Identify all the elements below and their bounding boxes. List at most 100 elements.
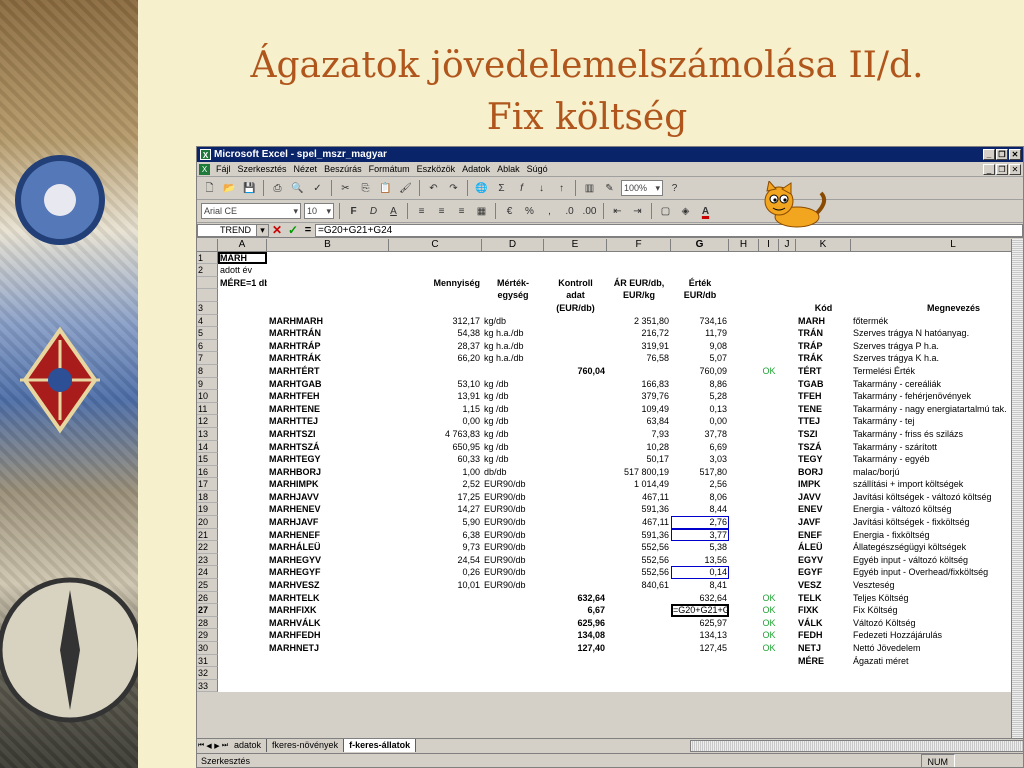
cell-c[interactable] [389,364,482,378]
cell-a[interactable] [218,591,267,605]
cell-a[interactable]: MÉRE=1 db [218,276,270,290]
cell-d[interactable]: kg /db [482,390,544,403]
cell-b[interactable]: MARHVÁLK [267,616,389,630]
cell-a[interactable] [218,377,267,391]
font-color-icon[interactable]: A [697,203,714,220]
column-header[interactable]: H [729,239,759,252]
font-select[interactable]: Arial CE ▾ [201,203,301,219]
cell-c[interactable]: 24,54 [389,553,482,567]
cell-a[interactable] [218,301,267,315]
row-header[interactable]: 1 [197,251,218,265]
cell-b[interactable]: MARHMARH [267,314,389,328]
cell-e[interactable] [544,390,607,403]
cell-j[interactable] [779,377,796,391]
cell-k[interactable]: TSZÁ [796,440,851,454]
cell-h[interactable] [729,327,759,340]
cell-d[interactable]: EUR90/db [482,541,544,554]
row-header[interactable]: 24 [197,566,218,580]
cell-k[interactable]: TFEH [796,390,851,403]
cell-h[interactable] [729,453,759,466]
cell-b[interactable]: MARHNETJ [267,642,389,655]
cell-h[interactable] [729,251,759,265]
cell-l[interactable]: Takarmány - fehérjenövények [851,390,1023,403]
cell-e[interactable] [544,415,607,428]
cell-j[interactable] [779,276,796,290]
cell-b[interactable] [267,289,389,302]
row-header[interactable]: 30 [197,642,218,655]
cell-c[interactable]: 60,33 [389,453,482,466]
row-header[interactable]: 4 [197,314,218,328]
cell-d[interactable] [482,616,544,630]
row-header[interactable]: 3 [197,301,218,315]
row-header[interactable]: 9 [197,377,218,391]
cell-l[interactable]: Termelési Érték [851,364,1023,378]
cell-k[interactable] [796,667,851,680]
cell-f[interactable]: 50,17 [607,453,671,466]
increase-decimal-icon[interactable]: .0 [561,203,578,220]
cell-h[interactable] [729,679,759,693]
borders-icon[interactable]: ▢ [657,203,674,220]
prev-sheet-icon[interactable]: ◀ [205,742,213,750]
save-icon[interactable]: 💾 [241,180,258,197]
cell-f[interactable]: 467,11 [607,490,671,504]
cell-f[interactable]: 840,61 [607,579,671,592]
cell-i[interactable]: OK [759,591,779,605]
cell-i[interactable] [759,541,779,554]
cell-a[interactable] [218,553,267,567]
cell-k[interactable]: BORJ [796,465,851,479]
cell-l[interactable] [851,264,1023,277]
cell-a[interactable] [218,616,267,630]
cell-i[interactable] [759,427,779,441]
cell-b[interactable]: MARHTRÁK [267,352,389,365]
last-sheet-icon[interactable]: ⏭ [221,742,229,750]
cell-i[interactable] [759,667,779,680]
cell-e[interactable] [544,679,607,693]
cell-h[interactable] [729,541,759,554]
cell-k[interactable]: ÁLEÜ [796,541,851,554]
cell-d[interactable]: db/db [482,465,544,479]
cell-d[interactable]: kg/db [482,314,544,328]
cell-h[interactable] [729,276,759,290]
cell-c[interactable]: 17,25 [389,490,482,504]
menu-help[interactable]: Súgó [527,164,548,174]
cell-l[interactable]: Javítási költségek - fixköltség [851,516,1023,529]
cell-h[interactable] [729,553,759,567]
column-header[interactable]: B [267,239,389,252]
cell-k[interactable]: MARH [796,314,851,328]
cell-d[interactable]: kg h.a./db [482,327,544,340]
cell-h[interactable] [729,289,759,302]
cell-e[interactable]: 127,40 [544,642,607,655]
cell-l[interactable]: szállítási + import költségek [851,478,1023,491]
menu-insert[interactable]: Beszúrás [324,164,362,174]
cell-g[interactable]: 134,13 [671,629,729,642]
cell-b[interactable]: MARHEGYF [267,566,389,580]
cell-h[interactable] [729,339,759,353]
cell-d[interactable] [482,654,544,668]
column-header[interactable]: F [607,239,671,252]
cell-g[interactable]: 760,09 [671,364,729,378]
cell-b[interactable] [267,679,389,693]
cell-g[interactable]: 0,14 [671,566,729,580]
cell-b[interactable]: MARHVESZ [267,579,389,592]
cell-c[interactable] [389,629,482,642]
cell-h[interactable] [729,579,759,592]
cell-k[interactable] [796,251,851,265]
cell-d[interactable]: kg /db [482,377,544,391]
cell-k[interactable]: ENEF [796,528,851,542]
vertical-scrollbar[interactable] [1011,239,1023,738]
cell-g[interactable]: 8,86 [671,377,729,391]
cell-i[interactable] [759,478,779,491]
formula-input[interactable]: =G20+G21+G24 [315,223,1023,237]
cell-a[interactable] [218,390,267,403]
row-header[interactable] [197,289,218,302]
cell-b[interactable] [267,251,389,265]
cell-c[interactable] [389,591,482,605]
cell-h[interactable] [729,364,759,378]
row-header[interactable]: 12 [197,415,218,428]
cell-i[interactable] [759,465,779,479]
merge-center-icon[interactable]: ▦ [473,203,490,220]
cell-a[interactable] [218,528,267,542]
cell-h[interactable] [729,440,759,454]
cell-i[interactable] [759,503,779,517]
cell-b[interactable]: MARHTEGY [267,453,389,466]
